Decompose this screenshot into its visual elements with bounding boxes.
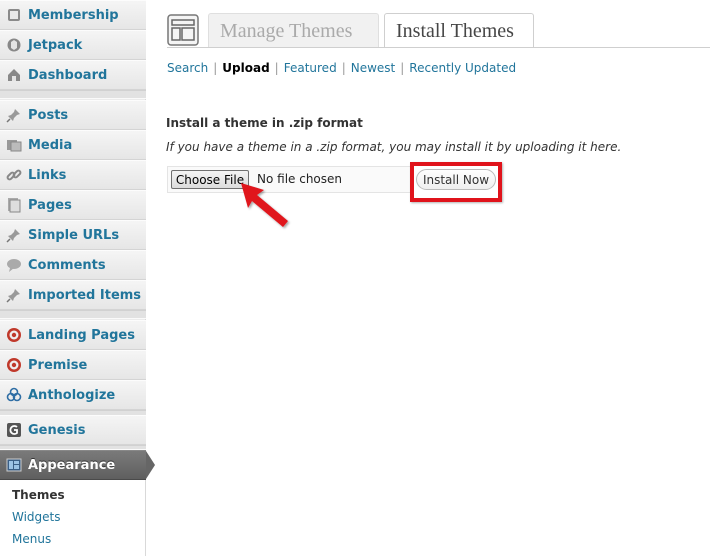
sidebar-item-anthologize[interactable]: Anthologize <box>0 380 146 410</box>
sidebar-item-label: Dashboard <box>28 67 108 83</box>
tab-install-themes[interactable]: Install Themes <box>384 13 534 48</box>
pin-icon <box>6 287 22 303</box>
admin-sidebar: Membership Jetpack Dashboard Posts Media… <box>0 0 146 556</box>
membership-icon <box>6 7 22 23</box>
upload-description: If you have a theme in a .zip format, yo… <box>166 140 622 154</box>
subnav-separator: | <box>341 61 346 75</box>
sidebar-item-premise[interactable]: Premise <box>0 350 146 380</box>
comment-icon <box>6 257 22 273</box>
menu-separator <box>0 90 146 99</box>
appearance-icon <box>6 457 22 473</box>
sidebar-item-label: Comments <box>28 257 106 273</box>
red-arrow-icon <box>238 180 294 232</box>
sidebar-item-jetpack[interactable]: Jetpack <box>0 30 146 60</box>
genesis-icon <box>6 422 22 438</box>
sidebar-item-landing-pages[interactable]: Landing Pages <box>0 320 146 350</box>
highlight-box <box>410 162 502 202</box>
sidebar-item-label: Posts <box>28 107 69 123</box>
upload-section-title: Install a theme in .zip format <box>166 116 363 130</box>
sidebar-item-posts[interactable]: Posts <box>0 100 146 130</box>
sidebar-item-comments[interactable]: Comments <box>0 250 146 280</box>
sidebar-item-imported-items[interactable]: Imported Items <box>0 280 146 310</box>
subnav-newest-link[interactable]: Newest <box>351 61 396 75</box>
sidebar-item-label: Imported Items <box>28 287 142 303</box>
sidebar-item-links[interactable]: Links <box>0 160 146 190</box>
menu-separator <box>0 310 146 319</box>
pages-icon <box>6 197 22 213</box>
anthologize-icon <box>6 387 22 403</box>
target-icon <box>6 327 22 343</box>
active-menu-arrow <box>146 451 155 479</box>
tabs-baseline <box>167 47 710 48</box>
themes-screen-icon <box>167 14 199 46</box>
sidebar-item-label: Appearance <box>28 457 116 473</box>
submenu-item-themes[interactable]: Themes <box>12 488 65 502</box>
sidebar-item-membership[interactable]: Membership <box>0 0 146 30</box>
sidebar-item-label: Media <box>28 137 73 153</box>
subnav-featured-link[interactable]: Featured <box>284 61 337 75</box>
sidebar-item-genesis[interactable]: Genesis <box>0 415 146 445</box>
sidebar-item-label: Pages <box>28 197 72 213</box>
tab-manage-themes[interactable]: Manage Themes <box>208 13 379 48</box>
sidebar-item-appearance[interactable]: Appearance <box>0 450 146 480</box>
jetpack-icon <box>6 37 22 53</box>
media-icon <box>6 137 22 153</box>
subnav-separator: | <box>400 61 405 75</box>
sidebar-item-media[interactable]: Media <box>0 130 146 160</box>
sidebar-item-label: Links <box>28 167 67 183</box>
sidebar-item-label: Membership <box>28 7 119 23</box>
pin-icon <box>6 107 22 123</box>
appearance-submenu: Themes Widgets Menus <box>0 480 146 556</box>
sidebar-item-label: Simple URLs <box>28 227 120 243</box>
link-icon <box>6 167 22 183</box>
subnav-upload-current: Upload <box>222 61 270 75</box>
sidebar-item-label: Landing Pages <box>28 327 135 343</box>
pin-icon <box>6 227 22 243</box>
sidebar-item-simple-urls[interactable]: Simple URLs <box>0 220 146 250</box>
submenu-item-menus[interactable]: Menus <box>12 532 51 546</box>
subnav-separator: | <box>213 61 218 75</box>
sidebar-item-dashboard[interactable]: Dashboard <box>0 60 146 90</box>
sidebar-item-pages[interactable]: Pages <box>0 190 146 220</box>
sidebar-item-label: Genesis <box>28 422 86 438</box>
subnav-recently-updated-link[interactable]: Recently Updated <box>409 61 516 75</box>
subnav-search-link[interactable]: Search <box>167 61 208 75</box>
subnav-separator: | <box>274 61 279 75</box>
sidebar-item-label: Premise <box>28 357 88 373</box>
sidebar-item-label: Jetpack <box>28 37 83 53</box>
dashboard-icon <box>6 67 22 83</box>
submenu-item-widgets[interactable]: Widgets <box>12 510 61 524</box>
install-subnav: Search | Upload | Featured | Newest | Re… <box>167 61 516 75</box>
target-icon <box>6 357 22 373</box>
sidebar-item-label: Anthologize <box>28 387 116 403</box>
